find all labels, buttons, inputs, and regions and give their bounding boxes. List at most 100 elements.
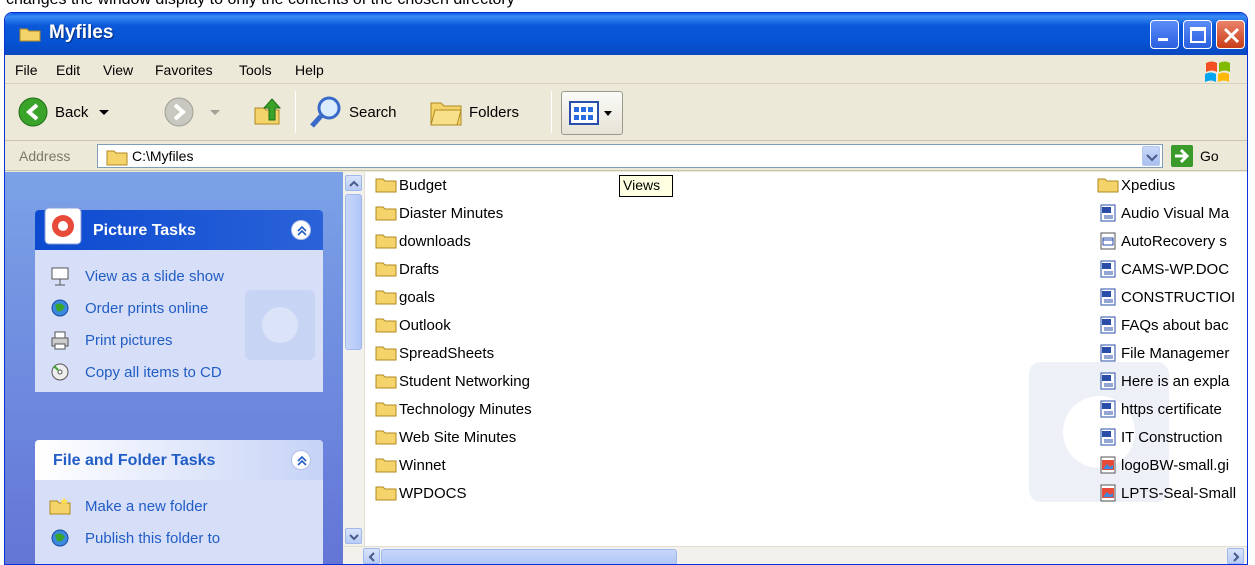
title-bar[interactable]: Myfiles xyxy=(5,13,1247,55)
collapse-button[interactable] xyxy=(291,450,311,470)
search-button[interactable]: Search xyxy=(309,93,397,131)
list-item[interactable]: downloads xyxy=(375,230,471,252)
folders-button[interactable]: Folders xyxy=(429,93,519,131)
folder-icon xyxy=(375,430,397,445)
slideshow-icon xyxy=(51,267,69,286)
back-label: Back xyxy=(55,103,89,121)
list-item[interactable]: File Managemer xyxy=(1097,342,1229,364)
scroll-down-button[interactable] xyxy=(345,528,362,544)
picture-tasks-header[interactable]: Picture Tasks xyxy=(35,207,323,250)
scroll-right-button[interactable] xyxy=(1227,548,1244,564)
task-label: Order prints online xyxy=(85,299,209,317)
menu-edit[interactable]: Edit xyxy=(56,62,80,78)
file-name: IT Construction xyxy=(1121,428,1223,446)
address-label: Address xyxy=(19,148,71,164)
list-item[interactable]: Budget xyxy=(375,174,447,196)
file-name: https certificate xyxy=(1121,400,1222,418)
scroll-up-button[interactable] xyxy=(345,175,362,191)
task-label: Copy all items to CD xyxy=(85,363,222,381)
explorer-window: Myfiles File Edit View Favorites Tools H… xyxy=(4,12,1248,565)
file-name: Web Site Minutes xyxy=(399,428,517,446)
maximize-button[interactable] xyxy=(1183,20,1212,49)
list-item[interactable]: CAMS-WP.DOC xyxy=(1097,258,1229,280)
folders-label: Folders xyxy=(469,103,520,121)
list-item[interactable]: Winnet xyxy=(375,454,446,476)
list-item[interactable]: FAQs about bac xyxy=(1097,314,1229,336)
file-folder-tasks-header[interactable]: File and Folder Tasks xyxy=(35,440,323,480)
folder-icon xyxy=(375,262,397,277)
search-label: Search xyxy=(349,103,397,121)
file-name: Drafts xyxy=(399,260,440,278)
views-button[interactable] xyxy=(561,91,623,135)
list-item[interactable]: Student Networking xyxy=(375,370,530,392)
forward-arrow-icon xyxy=(164,97,194,127)
address-value: C:\Myfiles xyxy=(132,148,194,164)
list-item[interactable]: goals xyxy=(375,286,435,308)
chevron-down-icon xyxy=(349,534,359,541)
file-name: LPTS-Seal-Small xyxy=(1121,484,1237,502)
search-icon xyxy=(310,96,341,128)
list-item[interactable]: Technology Minutes xyxy=(375,398,532,420)
address-input[interactable]: C:\Myfiles xyxy=(97,144,1163,168)
folder-icon xyxy=(375,458,397,473)
file-name: logoBW-small.gi xyxy=(1121,456,1230,474)
window-title: Myfiles xyxy=(49,22,114,43)
go-label[interactable]: Go xyxy=(1200,148,1219,164)
close-button[interactable] xyxy=(1216,20,1245,49)
folder-icon xyxy=(375,290,397,305)
horizontal-scrollbar[interactable] xyxy=(343,546,1247,564)
folder-icon xyxy=(375,206,397,221)
list-item[interactable]: AutoRecovery s xyxy=(1097,230,1227,252)
list-item[interactable]: LPTS-Seal-Small xyxy=(1097,482,1236,504)
close-icon xyxy=(1223,27,1240,44)
vertical-scroll-thumb[interactable] xyxy=(345,194,362,350)
address-dropdown-button[interactable] xyxy=(1142,146,1160,166)
list-item[interactable]: Here is an expla xyxy=(1097,370,1229,392)
horizontal-scroll-thumb[interactable] xyxy=(381,549,677,564)
list-item[interactable]: Xpedius xyxy=(1097,174,1175,196)
page-caption: changes the window display to only the c… xyxy=(6,0,515,9)
word-document-icon xyxy=(1100,316,1116,334)
minimize-icon xyxy=(1158,38,1168,41)
menu-file[interactable]: File xyxy=(15,62,38,78)
list-item[interactable]: Web Site Minutes xyxy=(375,426,516,448)
list-item[interactable]: Diaster Minutes xyxy=(375,202,503,224)
list-item[interactable]: IT Construction xyxy=(1097,426,1222,448)
menu-view[interactable]: View xyxy=(103,62,133,78)
go-button[interactable] xyxy=(1171,145,1193,167)
list-item[interactable]: logoBW-small.gi xyxy=(1097,454,1229,476)
word-document-icon xyxy=(1100,400,1116,418)
task-publish-folder[interactable]: Publish this folder to xyxy=(35,522,323,554)
folder-icon xyxy=(375,346,397,361)
back-button[interactable]: Back xyxy=(17,93,112,131)
vertical-scrollbar[interactable] xyxy=(343,172,365,546)
task-label: Print pictures xyxy=(85,331,173,349)
file-name: Budget xyxy=(399,176,447,194)
menu-favorites[interactable]: Favorites xyxy=(155,62,213,78)
list-item[interactable]: Outlook xyxy=(375,314,451,336)
go-arrow-icon xyxy=(1175,148,1190,164)
folder-icon xyxy=(375,486,397,501)
folder-icon xyxy=(375,402,397,417)
task-pane: Picture Tasks View as a slide show Order… xyxy=(5,172,343,564)
file-name: Diaster Minutes xyxy=(399,204,504,222)
list-item[interactable]: WPDOCS xyxy=(375,482,467,504)
forward-button[interactable] xyxy=(163,93,223,131)
file-name: CAMS-WP.DOC xyxy=(1121,260,1230,278)
windows-logo-icon xyxy=(1205,61,1230,82)
list-item[interactable]: SpreadSheets xyxy=(375,342,494,364)
menu-tools[interactable]: Tools xyxy=(239,62,272,78)
list-item[interactable]: Drafts xyxy=(375,258,439,280)
word-document-icon xyxy=(1100,260,1116,278)
scroll-left-button[interactable] xyxy=(363,548,380,564)
list-item[interactable]: CONSTRUCTIOI xyxy=(1097,286,1235,308)
list-item[interactable]: Audio Visual Ma xyxy=(1097,202,1229,224)
collapse-button[interactable] xyxy=(291,220,311,240)
minimize-button[interactable] xyxy=(1150,20,1179,49)
globe-icon xyxy=(51,299,69,317)
up-folder-button[interactable] xyxy=(251,93,283,131)
list-item[interactable]: https certificate xyxy=(1097,398,1222,420)
task-make-new-folder[interactable]: Make a new folder xyxy=(35,490,323,522)
menu-help[interactable]: Help xyxy=(295,62,324,78)
folder-icon xyxy=(375,318,397,333)
